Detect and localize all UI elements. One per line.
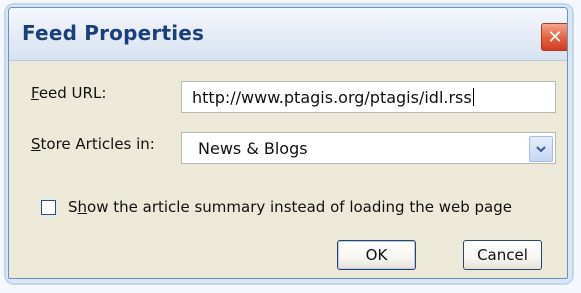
screenshot-frame: Feed Properties ✕ Feed URL: http://www.p… — [6, 5, 572, 283]
show-summary-checkbox[interactable] — [41, 200, 56, 215]
cancel-button-label: Cancel — [477, 246, 528, 264]
show-summary-label-start: S — [68, 198, 78, 216]
cancel-button[interactable]: Cancel — [463, 240, 542, 270]
feed-properties-dialog: Feed Properties ✕ Feed URL: http://www.p… — [8, 7, 568, 279]
dialog-content: Feed URL: http://www.ptagis.org/ptagis/i… — [9, 61, 567, 278]
feed-url-input[interactable]: http://www.ptagis.org/ptagis/idl.rss — [181, 81, 556, 113]
chevron-down-icon[interactable] — [529, 136, 553, 162]
close-button[interactable]: ✕ — [541, 23, 567, 51]
feed-url-text: http://www.ptagis.org/ptagis/idl.rss — [192, 88, 472, 107]
store-articles-select[interactable]: News & Blogs — [181, 132, 556, 164]
ok-button[interactable]: OK — [337, 240, 416, 270]
title-bar: Feed Properties ✕ — [9, 8, 567, 61]
store-articles-label: Store Articles in: — [31, 135, 155, 153]
feed-url-value: http://www.ptagis.org/ptagis/idl.rss — [192, 88, 474, 107]
store-articles-label-text: tore Articles in: — [40, 135, 155, 153]
show-summary-mnemonic: h — [77, 198, 88, 216]
store-articles-mnemonic: S — [31, 135, 41, 153]
show-summary-label: Show the article summary instead of load… — [68, 198, 512, 216]
feed-url-label-text: eed URL: — [38, 84, 107, 102]
chevron-down-glyph — [536, 146, 546, 153]
feed-url-mnemonic: F — [31, 84, 39, 102]
store-articles-value: News & Blogs — [198, 139, 308, 158]
feed-url-label: Feed URL: — [31, 84, 106, 102]
show-summary-label-text: ow the article summary instead of loadin… — [87, 198, 512, 216]
ok-button-label: OK — [365, 246, 388, 264]
text-caret — [472, 88, 474, 106]
close-icon: ✕ — [547, 27, 563, 47]
window-title: Feed Properties — [22, 21, 205, 45]
